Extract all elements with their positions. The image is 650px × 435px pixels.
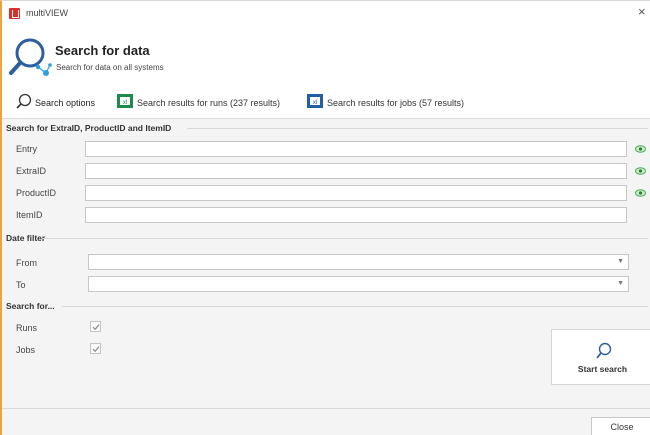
multiview-logo-icon: [9, 8, 20, 19]
page-subtitle: Search for data on all systems: [56, 63, 164, 72]
excel-runs-icon: xl: [117, 94, 133, 108]
runs-checkbox[interactable]: [90, 321, 101, 332]
eye-icon[interactable]: [635, 145, 646, 153]
ids-section-divider: [187, 128, 648, 129]
search-for-section-title: Search for...: [6, 301, 55, 311]
window-title: multiVIEW: [26, 8, 69, 18]
entry-input[interactable]: [85, 141, 627, 157]
extraid-label: ExtraID: [16, 166, 47, 176]
tab-search-options-label: Search options: [35, 98, 96, 108]
jobs-label: Jobs: [16, 345, 36, 355]
extraid-input[interactable]: [85, 163, 627, 179]
search-for-section-divider: [62, 306, 648, 307]
excel-jobs-icon: xl: [307, 94, 323, 108]
title-bar: multiVIEW ×: [2, 1, 650, 23]
jobs-checkbox[interactable]: [90, 343, 101, 354]
ids-section-title: Search for ExtraID, ProductID and ItemID: [6, 123, 172, 133]
from-label: From: [16, 258, 37, 268]
footer-divider: [2, 408, 650, 409]
close-button[interactable]: Close: [591, 417, 650, 435]
page-header: Search for data Search for data on all s…: [2, 23, 650, 83]
productid-input[interactable]: [85, 185, 627, 201]
search-network-icon: [9, 38, 52, 76]
tab-search-options[interactable]: Search options: [15, 92, 107, 112]
eye-icon[interactable]: [635, 167, 646, 175]
search-icon: [596, 342, 612, 359]
eye-icon[interactable]: [635, 189, 646, 197]
tab-jobs-results[interactable]: xl Search results for jobs (57 results): [306, 92, 486, 112]
tab-runs-results[interactable]: xl Search results for runs (237 results): [116, 92, 296, 112]
to-label: To: [16, 280, 26, 290]
chevron-down-icon[interactable]: ▼: [617, 280, 624, 287]
checkmark-icon: [92, 324, 100, 331]
runs-label: Runs: [16, 323, 38, 333]
chevron-down-icon[interactable]: ▼: [617, 258, 624, 265]
start-search-button[interactable]: Start search: [551, 329, 650, 385]
page-title: Search for data: [55, 43, 150, 58]
date-section-title: Date filter: [6, 233, 46, 243]
from-date-picker[interactable]: ▼: [88, 254, 629, 270]
productid-label: ProductID: [16, 188, 57, 198]
svg-text:xl: xl: [313, 100, 317, 106]
itemid-input[interactable]: [85, 207, 627, 223]
checkmark-icon: [92, 346, 100, 353]
svg-text:xl: xl: [123, 100, 127, 106]
itemid-label: ItemID: [16, 210, 43, 220]
tab-jobs-results-label: Search results for jobs (57 results): [327, 98, 465, 108]
tab-runs-results-label: Search results for runs (237 results): [137, 98, 281, 108]
search-icon: [16, 93, 32, 109]
main-window: multiVIEW × Search for data Search for d…: [0, 0, 650, 435]
start-search-label: Start search: [577, 364, 628, 374]
entry-label: Entry: [16, 144, 38, 154]
window-close-icon[interactable]: ×: [638, 5, 646, 18]
date-section-divider: [42, 238, 648, 239]
to-date-picker[interactable]: ▼: [88, 276, 629, 292]
tab-bar: Search options xl Search results for run…: [2, 83, 650, 119]
